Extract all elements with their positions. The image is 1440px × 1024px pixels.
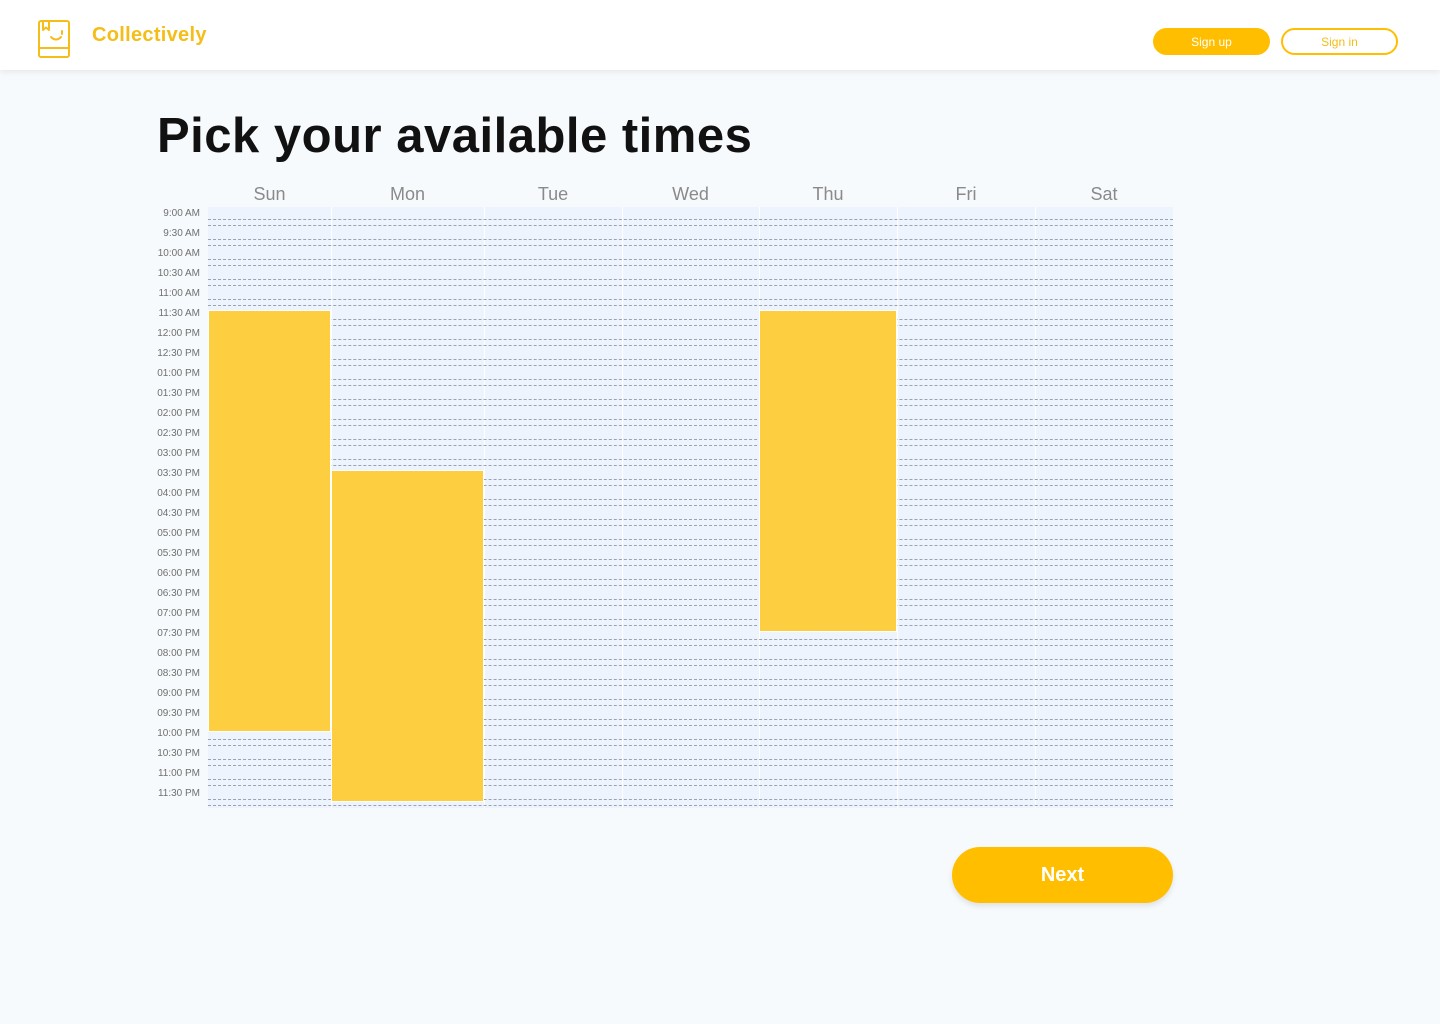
time-gridline (208, 265, 1173, 266)
time-label: 10:30 PM (157, 748, 200, 759)
top-navbar: Collectively Sign up Sign in (0, 0, 1440, 70)
time-label: 02:30 PM (157, 428, 200, 439)
time-gridline (208, 305, 1173, 306)
time-gridline (208, 239, 1173, 240)
column-divider (484, 207, 485, 808)
day-header-sat: Sat (1090, 184, 1118, 204)
time-gridline (208, 225, 1173, 226)
time-gridline (208, 319, 1173, 320)
time-label: 01:00 PM (157, 368, 200, 379)
time-label: 9:30 AM (163, 228, 200, 239)
availability-block-mon[interactable] (331, 470, 484, 802)
time-label: 09:30 PM (157, 708, 200, 719)
book-smile-icon[interactable] (37, 19, 71, 59)
time-label: 07:00 PM (157, 608, 200, 619)
time-label: 02:00 PM (157, 408, 200, 419)
time-label: 10:30 AM (157, 268, 200, 279)
time-gridline (208, 459, 1173, 460)
time-label: 07:30 PM (157, 628, 200, 639)
availability-block-sun[interactable] (208, 310, 331, 732)
column-divider (622, 207, 623, 808)
time-label: 06:00 PM (157, 568, 200, 579)
time-gridline (208, 219, 1173, 220)
time-gridline (208, 805, 1173, 806)
time-gridline (208, 259, 1173, 260)
time-gridline (208, 365, 1173, 366)
time-gridline (208, 465, 1173, 466)
time-label: 04:30 PM (157, 508, 200, 519)
time-label: 11:00 PM (157, 768, 200, 779)
time-gridline (208, 425, 1173, 426)
time-gridline (208, 385, 1173, 386)
day-header-thu: Thu (812, 184, 844, 204)
time-gridline (208, 405, 1173, 406)
time-gridline (208, 379, 1173, 380)
time-gridline (208, 299, 1173, 300)
time-label: 9:00 AM (163, 208, 200, 219)
day-header-sun: Sun (253, 184, 286, 204)
time-gridline (208, 285, 1173, 286)
time-label: 12:30 PM (157, 348, 200, 359)
time-label: 03:00 PM (157, 448, 200, 459)
time-label: 11:30 PM (157, 788, 200, 799)
day-header-fri: Fri (955, 184, 977, 204)
availability-block-thu[interactable] (759, 310, 897, 632)
brand-name[interactable]: Collectively (92, 24, 207, 47)
time-gridline (208, 345, 1173, 346)
time-label: 06:30 PM (157, 588, 200, 599)
time-label: 04:00 PM (157, 488, 200, 499)
time-label: 09:00 PM (157, 688, 200, 699)
sign-up-button[interactable]: Sign up (1153, 28, 1270, 55)
time-label: 11:30 AM (158, 308, 200, 319)
time-label: 10:00 AM (157, 248, 200, 259)
time-gridline (208, 325, 1173, 326)
time-gridline (208, 245, 1173, 246)
next-button[interactable]: Next (952, 847, 1173, 903)
time-label: 01:30 PM (157, 388, 200, 399)
time-label: 03:30 PM (157, 468, 200, 479)
time-label: 10:00 PM (157, 728, 200, 739)
time-gridline (208, 439, 1173, 440)
time-label: 12:00 PM (157, 328, 200, 339)
time-gridline (208, 445, 1173, 446)
day-header-mon: Mon (389, 184, 425, 204)
time-gridline (208, 339, 1173, 340)
time-gridline (208, 359, 1173, 360)
column-divider (1035, 207, 1036, 808)
time-gridline (208, 279, 1173, 280)
column-divider (897, 207, 898, 808)
time-label: 08:30 PM (157, 668, 200, 679)
time-label: 05:30 PM (157, 548, 200, 559)
time-gridline (208, 419, 1173, 420)
sign-in-button[interactable]: Sign in (1281, 28, 1398, 55)
time-label: 08:00 PM (157, 648, 200, 659)
time-label: 11:00 AM (158, 288, 200, 299)
day-header-tue: Tue (537, 184, 569, 204)
time-label: 05:00 PM (157, 528, 200, 539)
page-title: Pick your available times (157, 109, 753, 163)
time-gridline (208, 399, 1173, 400)
day-header-wed: Wed (672, 184, 709, 204)
